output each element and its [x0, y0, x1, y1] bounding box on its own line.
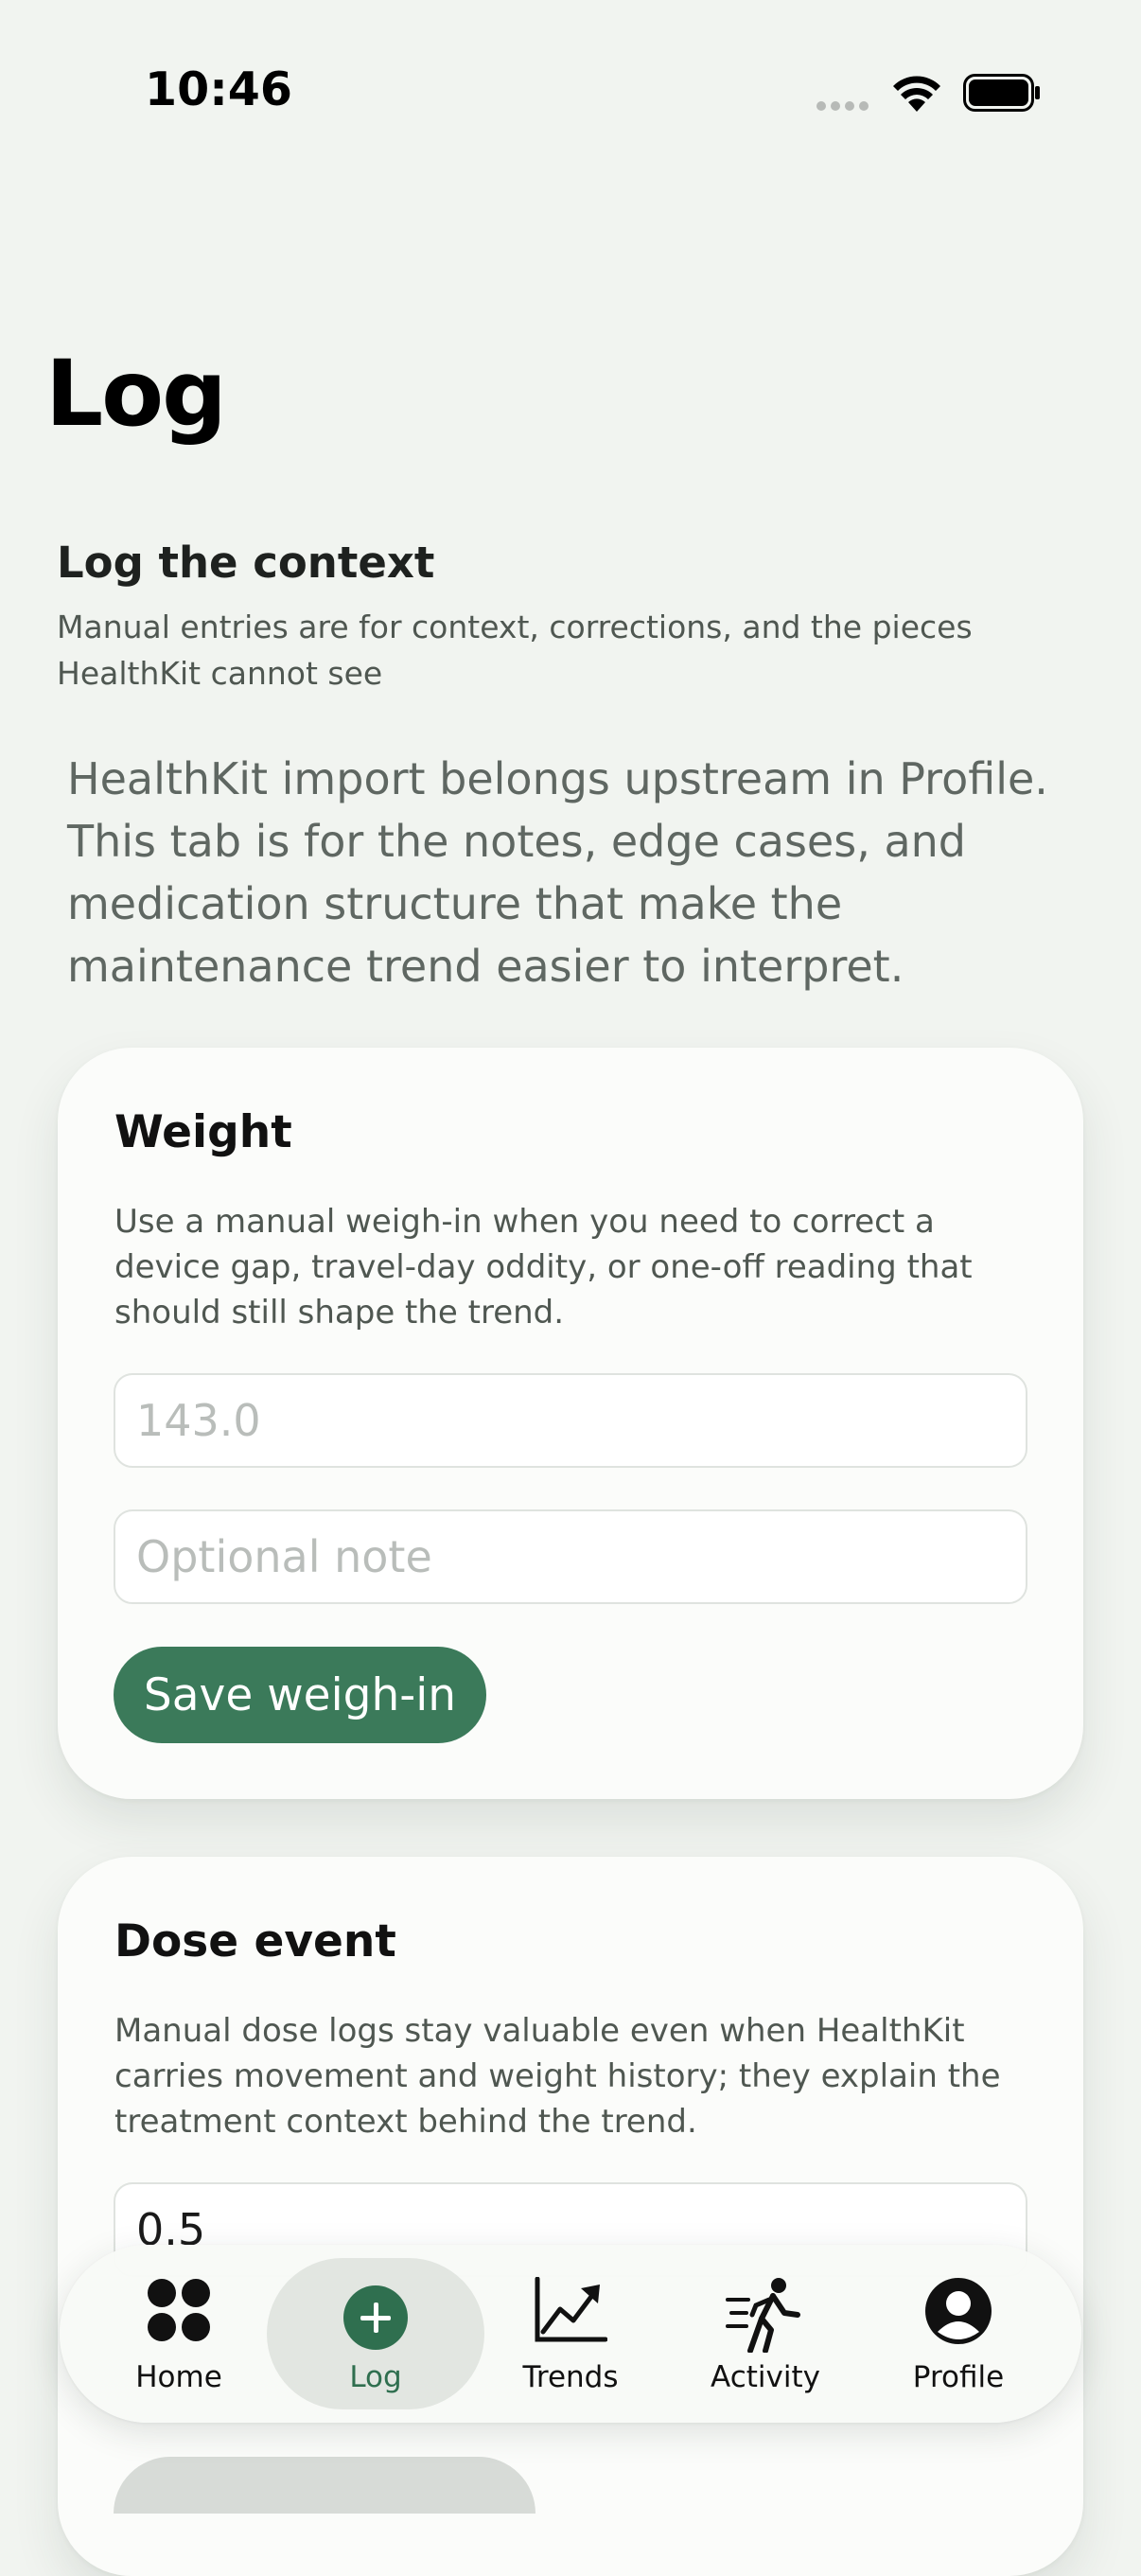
- walking-figure-icon: [724, 2277, 807, 2356]
- tab-trends-label: Trends: [522, 2360, 619, 2394]
- weight-card-description: Use a manual weigh-in when you need to c…: [114, 1203, 973, 1332]
- status-time: 10:46: [145, 62, 292, 116]
- grid-icon: [146, 2277, 212, 2347]
- dose-card-description: Manual dose logs stay valuable even when…: [114, 2012, 1001, 2141]
- tab-bar: Home Log Trends Activity Profile: [60, 2245, 1081, 2423]
- note-field[interactable]: [114, 1509, 1027, 1604]
- tab-activity[interactable]: Activity: [671, 2245, 860, 2423]
- person-circle-icon: [924, 2277, 992, 2349]
- tab-home[interactable]: Home: [84, 2245, 273, 2423]
- dose-save-button[interactable]: [114, 2457, 535, 2514]
- note-input[interactable]: [115, 1511, 1026, 1602]
- cellular-signal-icon: [816, 98, 872, 116]
- wifi-icon: [891, 70, 942, 115]
- weight-input[interactable]: [115, 1375, 1026, 1466]
- plus-circle-icon: [342, 2285, 409, 2355]
- weight-field[interactable]: [114, 1373, 1027, 1468]
- save-weigh-in-button[interactable]: Save weigh-in: [114, 1647, 486, 1743]
- weight-card: Weight Use a manual weigh-in when you ne…: [58, 1048, 1083, 1799]
- tab-profile[interactable]: Profile: [864, 2245, 1053, 2423]
- tab-log[interactable]: Log: [267, 2245, 484, 2423]
- tab-trends[interactable]: Trends: [476, 2245, 665, 2423]
- intro-text: HealthKit import belongs upstream in Pro…: [67, 753, 1048, 992]
- page-title: Log: [45, 341, 227, 447]
- dose-card-title: Dose event: [114, 1915, 396, 1967]
- tab-profile-label: Profile: [912, 2360, 1005, 2394]
- section-subtitle: Manual entries are for context, correcti…: [57, 609, 973, 692]
- tab-home-label: Home: [135, 2360, 222, 2394]
- chart-trend-icon: [534, 2276, 608, 2347]
- tab-log-label: Log: [349, 2360, 402, 2394]
- battery-icon: [963, 74, 1041, 115]
- section-title: Log the context: [57, 538, 435, 588]
- tab-activity-label: Activity: [711, 2360, 820, 2394]
- weight-card-title: Weight: [114, 1106, 292, 1158]
